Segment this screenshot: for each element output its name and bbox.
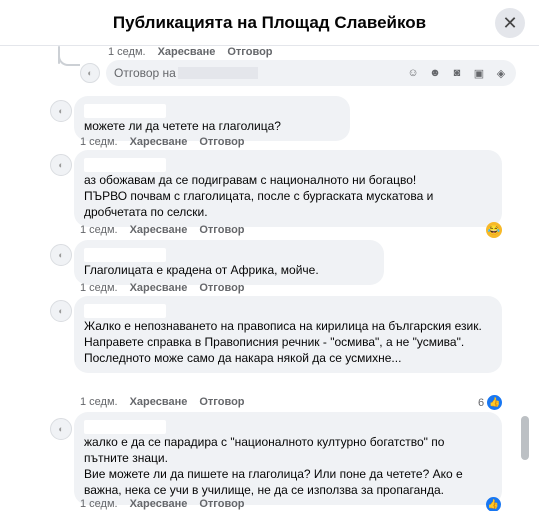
comment-time[interactable]: 1 седм. bbox=[80, 224, 118, 236]
comment-bubble: Глаголицата е крадена от Африка, мойче. bbox=[74, 240, 384, 285]
comment-text: жалко е да се парадира с "националното к… bbox=[84, 435, 463, 497]
author-name[interactable] bbox=[84, 247, 166, 262]
like-icon: 👍 bbox=[486, 497, 501, 511]
composer-tools: ☺ ☻ ◙ ▣ ◈ bbox=[406, 66, 508, 80]
comment-time[interactable]: 1 седм. bbox=[80, 136, 118, 148]
comment-time[interactable]: 1 седм. bbox=[108, 46, 146, 58]
emoji-icon[interactable]: ☻ bbox=[428, 66, 442, 80]
author-name[interactable] bbox=[84, 419, 166, 434]
close-button[interactable]: ✕ bbox=[495, 8, 525, 38]
comment-actions: 1 седм. Харесване Отговор bbox=[80, 396, 245, 408]
reply-input[interactable]: Отговор на ☺ ☻ ◙ ▣ ◈ bbox=[106, 60, 516, 86]
comment-bubble: жалко е да се парадира с "националното к… bbox=[74, 412, 502, 505]
author-name[interactable] bbox=[84, 157, 166, 172]
like-button[interactable]: Харесване bbox=[130, 136, 188, 148]
comment-time[interactable]: 1 седм. bbox=[80, 396, 118, 408]
avatar[interactable]: ◐ bbox=[50, 244, 72, 266]
sticker-icon[interactable]: ◈ bbox=[494, 66, 508, 80]
author-name[interactable] bbox=[84, 303, 166, 318]
avatar[interactable]: ◐ bbox=[50, 154, 72, 176]
like-icon: 👍 bbox=[487, 395, 503, 410]
reply-target-name bbox=[177, 67, 258, 79]
comment-actions: 1 седм. Харесване Отговор bbox=[80, 498, 245, 510]
reply-button[interactable]: Отговор bbox=[199, 498, 244, 510]
thread-connector bbox=[58, 52, 80, 66]
avatar[interactable]: ◐ bbox=[50, 100, 72, 122]
avatar[interactable]: ◐ bbox=[50, 300, 72, 322]
comment-time[interactable]: 1 седм. bbox=[80, 282, 118, 294]
comment-bubble: аз обожавам да се подигравам с националн… bbox=[74, 150, 502, 227]
like-badge[interactable]: 👍 bbox=[486, 497, 501, 511]
like-button[interactable]: Харесване bbox=[158, 46, 216, 58]
scrollbar[interactable] bbox=[521, 416, 529, 460]
reply-button[interactable]: Отговор bbox=[227, 46, 272, 58]
like-button[interactable]: Харесване bbox=[130, 282, 188, 294]
camera-icon[interactable]: ◙ bbox=[450, 66, 464, 80]
comment-actions: 1 седм. Харесване Отговор bbox=[80, 282, 245, 294]
comment-actions: 1 седм. Харесване Отговор bbox=[80, 224, 245, 236]
like-button[interactable]: Харесване bbox=[130, 224, 188, 236]
reply-button[interactable]: Отговор bbox=[199, 396, 244, 408]
dialog-header: Публикацията на Площад Славейков ✕ bbox=[0, 0, 539, 46]
gif-icon[interactable]: ▣ bbox=[472, 66, 486, 80]
like-count: 6 bbox=[478, 396, 485, 409]
close-icon: ✕ bbox=[502, 12, 518, 33]
reply-button[interactable]: Отговор bbox=[199, 136, 244, 148]
like-button[interactable]: Харесване bbox=[130, 498, 188, 510]
comment-time[interactable]: 1 седм. bbox=[80, 498, 118, 510]
reply-button[interactable]: Отговор bbox=[199, 224, 244, 236]
dialog-title: Публикацията на Площад Славейков bbox=[112, 12, 427, 32]
comment-actions: 1 седм. Харесване Отговор bbox=[80, 136, 245, 148]
like-count-badge[interactable]: 6 👍 bbox=[478, 395, 503, 410]
avatar[interactable]: ◐ bbox=[50, 418, 72, 440]
comment-actions: 1 седм. Харесване Отговор bbox=[108, 46, 273, 58]
comments-scroll-area[interactable]: 1 седм. Харесване Отговор ◐ Отговор на ☺… bbox=[0, 46, 539, 511]
comment-bubble: Жалко е непознаването на правописа на ки… bbox=[74, 296, 502, 373]
reply-placeholder: Отговор на bbox=[114, 66, 176, 80]
avatar: ◐ bbox=[80, 63, 100, 83]
comment-text: аз обожавам да се подигравам с националн… bbox=[84, 173, 434, 219]
author-name[interactable] bbox=[84, 103, 166, 118]
avatar-sticker-icon[interactable]: ☺ bbox=[406, 66, 420, 80]
comment-text: Жалко е непознаването на правописа на ки… bbox=[84, 319, 482, 365]
reply-button[interactable]: Отговор bbox=[199, 282, 244, 294]
comment-text: Глаголицата е крадена от Африка, мойче. bbox=[84, 263, 319, 277]
laugh-reaction-icon[interactable]: 😂 bbox=[486, 222, 502, 238]
comment-text: можете ли да четете на глаголица? bbox=[84, 119, 281, 133]
comment-bubble: можете ли да четете на глаголица? bbox=[74, 96, 350, 141]
reply-composer: ◐ Отговор на ☺ ☻ ◙ ▣ ◈ bbox=[80, 60, 516, 86]
like-button[interactable]: Харесване bbox=[130, 396, 188, 408]
